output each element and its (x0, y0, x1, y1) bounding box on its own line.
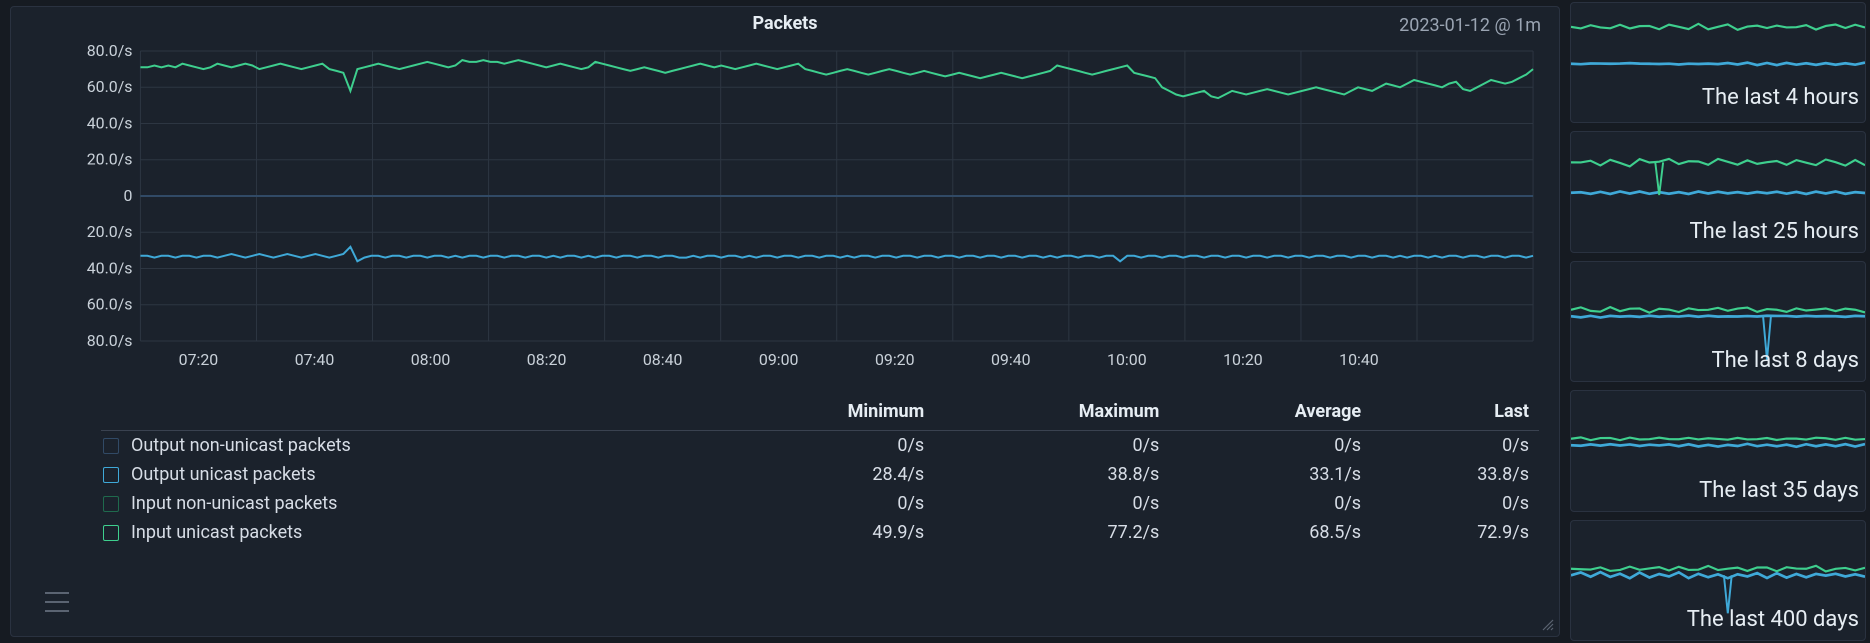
time-range-thumbnails: The last 4 hours The last 25 hours The las… (1570, 0, 1870, 643)
cell-avg: 33.1/s (1169, 460, 1371, 489)
table-row[interactable]: Input non-unicast packets0/s0/s0/s0/s (101, 489, 1539, 518)
table-header-name (101, 393, 708, 431)
time-range-thumb[interactable]: The last 4 hours (1570, 2, 1866, 123)
cell-last: 72.9/s (1371, 518, 1539, 547)
svg-text:40.0/s: 40.0/s (87, 258, 133, 277)
svg-text:08:00: 08:00 (411, 350, 451, 369)
time-range-thumb[interactable]: The last 8 days (1570, 261, 1866, 382)
svg-text:08:20: 08:20 (527, 350, 567, 369)
cell-avg: 0/s (1169, 489, 1371, 518)
dashboard-stage: Packets 2023-01-12 @ 1m 0 20.0/s 40.0/s 60.… (0, 0, 1870, 643)
time-range-thumb[interactable]: The last 400 days (1570, 520, 1866, 641)
cell-max: 0/s (934, 431, 1169, 461)
hamburger-icon[interactable] (45, 592, 69, 612)
series-name: Output unicast packets (101, 460, 708, 489)
legend-swatch (103, 467, 119, 483)
svg-text:20.0/s: 20.0/s (87, 222, 133, 241)
series-name: Input non-unicast packets (101, 489, 708, 518)
thumb-label: The last 400 days (1687, 607, 1859, 632)
cell-avg: 0/s (1169, 431, 1371, 461)
cell-last: 0/s (1371, 489, 1539, 518)
thumb-label: The last 8 days (1712, 348, 1860, 373)
thumb-label: The last 35 days (1699, 478, 1859, 503)
main-chart-card: Packets 2023-01-12 @ 1m 0 20.0/s 40.0/s 60.… (10, 6, 1560, 637)
svg-text:09:20: 09:20 (875, 350, 915, 369)
table-row[interactable]: Output non-unicast packets0/s0/s0/s0/s (101, 431, 1539, 461)
svg-text:80.0/s: 80.0/s (87, 331, 133, 350)
series-name: Input unicast packets (101, 518, 708, 547)
cell-min: 28.4/s (708, 460, 934, 489)
series-name: Output non-unicast packets (101, 431, 708, 461)
svg-text:07:40: 07:40 (295, 350, 335, 369)
table-header-last: Last (1371, 393, 1539, 431)
svg-text:20.0/s: 20.0/s (87, 150, 133, 169)
cell-last: 33.8/s (1371, 460, 1539, 489)
cell-avg: 68.5/s (1169, 518, 1371, 547)
time-range-thumb[interactable]: The last 25 hours (1570, 131, 1866, 252)
svg-text:10:20: 10:20 (1223, 350, 1263, 369)
chart-area[interactable]: 0 20.0/s 40.0/s 60.0/s 80.0/s 20.0/s 40.0/s 60.… (31, 41, 1543, 381)
chart-title: Packets (11, 13, 1559, 34)
svg-text:09:40: 09:40 (991, 350, 1031, 369)
svg-text:09:00: 09:00 (759, 350, 799, 369)
table-header-max: Maximum (934, 393, 1169, 431)
cell-min: 0/s (708, 489, 934, 518)
cell-max: 0/s (934, 489, 1169, 518)
table-row[interactable]: Input unicast packets49.9/s77.2/s68.5/s7… (101, 518, 1539, 547)
svg-text:10:40: 10:40 (1339, 350, 1379, 369)
cell-min: 0/s (708, 431, 934, 461)
svg-text:60.0/s: 60.0/s (87, 295, 133, 314)
table-header-min: Minimum (708, 393, 934, 431)
svg-text:80.0/s: 80.0/s (87, 41, 133, 60)
svg-text:60.0/s: 60.0/s (87, 77, 133, 96)
svg-text:40.0/s: 40.0/s (87, 113, 133, 132)
chart-svg: 0 20.0/s 40.0/s 60.0/s 80.0/s 20.0/s 40.0/s 60.… (31, 41, 1543, 381)
cell-last: 0/s (1371, 431, 1539, 461)
svg-text:07:20: 07:20 (179, 350, 219, 369)
cell-min: 49.9/s (708, 518, 934, 547)
chart-timestamp: 2023-01-12 @ 1m (1399, 15, 1541, 36)
time-range-thumb[interactable]: The last 35 days (1570, 390, 1866, 511)
thumb-label: The last 4 hours (1702, 85, 1859, 110)
cell-max: 38.8/s (934, 460, 1169, 489)
svg-text:0: 0 (124, 186, 133, 205)
svg-text:10:00: 10:00 (1107, 350, 1147, 369)
main-panel: Packets 2023-01-12 @ 1m 0 20.0/s 40.0/s 60.… (0, 0, 1570, 643)
summary-table: Minimum Maximum Average Last Output non-… (101, 393, 1539, 547)
svg-text:08:40: 08:40 (643, 350, 683, 369)
table-header-avg: Average (1169, 393, 1371, 431)
cell-max: 77.2/s (934, 518, 1169, 547)
legend-swatch (103, 438, 119, 454)
thumb-label: The last 25 hours (1690, 219, 1859, 244)
table-row[interactable]: Output unicast packets28.4/s38.8/s33.1/s… (101, 460, 1539, 489)
legend-swatch (103, 525, 119, 541)
resize-handle[interactable] (1541, 618, 1555, 632)
legend-swatch (103, 496, 119, 512)
